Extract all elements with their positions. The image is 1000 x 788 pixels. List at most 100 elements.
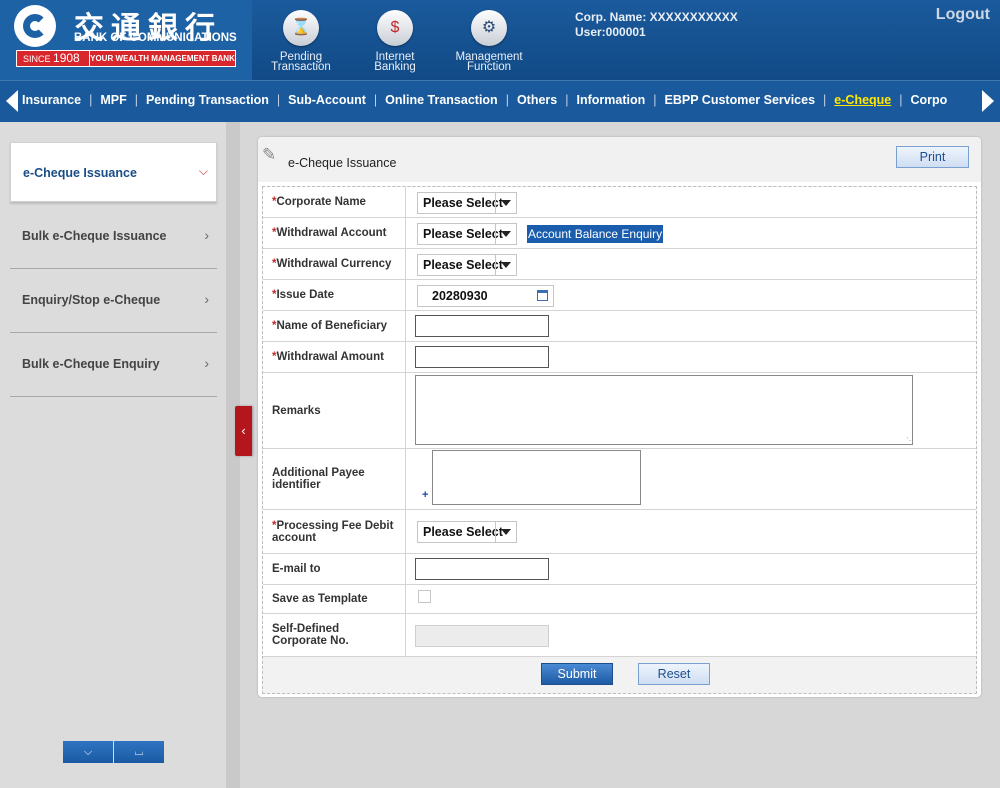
scroll-up-button[interactable]: ⌴ (114, 741, 164, 763)
scroll-down-button[interactable]: ⌵ (63, 741, 113, 763)
nav-separator: | (505, 93, 509, 107)
bank-name-en: BANK OF COMMUNICATIONS (74, 32, 237, 44)
chevron-left-icon: ‹ (241, 423, 246, 438)
remarks-textarea[interactable] (415, 375, 913, 445)
form-row-corporate-no: Self-Defined Corporate No. (263, 614, 976, 657)
sidebar-item-e-cheque-issuance[interactable]: e-Cheque Issuance ⌵ (10, 142, 217, 202)
form-row-save-template: Save as Template (263, 585, 976, 614)
since-badge: SINCE 1908 (16, 50, 90, 67)
nav-separator: | (89, 93, 93, 107)
field-label: Remarks (263, 373, 406, 448)
management-function-button[interactable]: ⚙ Management Function (443, 10, 535, 73)
chevron-down-icon: ⌵ (83, 746, 93, 758)
sidebar-item-label: Enquiry/Stop e-Cheque (22, 293, 161, 307)
form-row-beneficiary: * Name of Beneficiary (263, 311, 976, 342)
corporate-name-select[interactable]: Please Select (417, 192, 517, 214)
sidebar-item-bulk-e-cheque-enquiry[interactable]: Bulk e-Cheque Enquiry › (10, 333, 217, 397)
logout-button[interactable]: Logout (936, 6, 990, 24)
fee-debit-account-select[interactable]: Please Select (417, 521, 517, 543)
withdrawal-amount-input[interactable] (415, 346, 549, 368)
beneficiary-name-input[interactable] (415, 315, 549, 337)
panel-header: ✎ e-Cheque Issuance Print (258, 137, 981, 182)
field-label: * Withdrawal Account (263, 218, 406, 248)
nav-separator: | (899, 93, 903, 107)
collapse-sidebar-button[interactable]: ‹ (235, 406, 252, 456)
pen-icon: ✎ (262, 145, 277, 164)
field-label: Additional Payee identifier (263, 449, 406, 509)
nav-item-sub-account[interactable]: Sub-Account (288, 81, 366, 119)
corp-name: Corp. Name: XXXXXXXXXXX (575, 10, 738, 24)
nav-item-pending-transaction[interactable]: Pending Transaction (146, 81, 269, 119)
withdrawal-account-select[interactable]: Please Select (417, 223, 517, 245)
nav-separator: | (373, 93, 378, 107)
pending-transaction-button[interactable]: ⌛ Pending Transaction (255, 10, 347, 73)
corp-info: Corp. Name: XXXXXXXXXXX User:000001 (575, 10, 738, 40)
hourglass-icon: ⌛ (283, 10, 319, 46)
field-label: E-mail to (263, 554, 406, 584)
monitor-dollar-icon: $ (377, 10, 413, 46)
form-row-issue-date: * Issue Date 20280930 (263, 280, 976, 311)
submit-button[interactable]: Submit (541, 663, 613, 685)
chevron-right-icon: › (204, 291, 209, 307)
withdrawal-currency-select[interactable]: Please Select (417, 254, 517, 276)
reset-button[interactable]: Reset (638, 663, 710, 685)
bank-logo[interactable]: 交通銀行 BANK OF COMMUNICATIONS SINCE 1908 Y… (0, 0, 252, 80)
chevron-down-icon: ⌵ (198, 164, 208, 178)
field-label: Self-Defined Corporate No. (263, 614, 406, 656)
issue-date-field[interactable]: 20280930 (417, 285, 554, 307)
nav-item-mpf[interactable]: MPF (100, 81, 126, 119)
chevron-right-icon: › (204, 355, 209, 371)
field-label: * Withdrawal Currency (263, 249, 406, 279)
form-row-withdrawal-account: * Withdrawal Account Please Select Accoun… (263, 218, 976, 249)
field-label: Save as Template (263, 585, 406, 613)
add-payee-identifier-button[interactable]: + (422, 489, 428, 501)
field-label: * Name of Beneficiary (263, 311, 406, 341)
nav-item-ebpp[interactable]: EBPP Customer Services (665, 81, 816, 119)
form-actions: Submit Reset (263, 657, 976, 693)
tagline-badge: YOUR WEALTH MANAGEMENT BANK (90, 50, 236, 67)
field-label: * Withdrawal Amount (263, 342, 406, 372)
nav-left-arrow-icon[interactable] (6, 90, 18, 112)
print-button[interactable]: Print (896, 146, 969, 168)
field-label: * Issue Date (263, 280, 406, 310)
header: 交通銀行 BANK OF COMMUNICATIONS SINCE 1908 Y… (0, 0, 1000, 80)
nav-separator: | (823, 93, 827, 107)
form-row-email: E-mail to (263, 554, 976, 585)
nav-item-information[interactable]: Information (577, 81, 646, 119)
sidebar-item-label: Bulk e-Cheque Issuance (22, 229, 167, 243)
sidebar-scroll-controls: ⌵ ⌴ (63, 741, 164, 763)
form-row-payee-identifier: Additional Payee identifier + (263, 449, 976, 510)
form-row-withdrawal-currency: * Withdrawal Currency Please Select (263, 249, 976, 280)
nav-item-others[interactable]: Others (517, 81, 557, 119)
sidebar-item-label: Bulk e-Cheque Enquiry (22, 357, 160, 371)
nav-item-insurance[interactable]: Insurance (22, 81, 81, 119)
email-input[interactable] (415, 558, 549, 580)
corporate-no-input-disabled (415, 625, 549, 647)
form-row-corporate-name: * Corporate Name Please Select (263, 187, 976, 218)
nav-separator: | (653, 93, 657, 107)
nav-item-corporate[interactable]: Corpo (911, 81, 948, 119)
e-cheque-issuance-panel: ✎ e-Cheque Issuance Print * Corporate Nam… (258, 137, 981, 697)
nav-item-online-transaction[interactable]: Online Transaction (385, 81, 498, 119)
page-title: e-Cheque Issuance (288, 156, 397, 170)
payee-identifier-textarea[interactable] (432, 450, 641, 505)
sidebar-item-bulk-e-cheque-issuance[interactable]: Bulk e-Cheque Issuance › (10, 205, 217, 269)
gears-icon: ⚙ (471, 10, 507, 46)
internet-banking-button[interactable]: $ Internet Banking (349, 10, 441, 73)
form-row-fee-account: *Processing Fee Debit account Please Sele… (263, 510, 976, 554)
nav-item-e-cheque[interactable]: e-Cheque (834, 81, 891, 119)
nav-right-arrow-icon[interactable] (982, 90, 994, 112)
issuance-form: * Corporate Name Please Select * Withdrawa… (262, 186, 977, 694)
calendar-icon[interactable] (537, 290, 548, 301)
nav-separator: | (276, 93, 281, 107)
resize-grip-icon[interactable]: ⋱ (906, 436, 914, 445)
save-template-checkbox[interactable] (418, 590, 431, 603)
sidebar: e-Cheque Issuance ⌵ Bulk e-Cheque Issuan… (0, 122, 226, 788)
account-balance-enquiry-link[interactable]: Account Balance Enquiry (527, 225, 664, 243)
field-label: * Corporate Name (263, 187, 406, 217)
sidebar-item-enquiry-stop-e-cheque[interactable]: Enquiry/Stop e-Cheque › (10, 269, 217, 333)
chevron-up-icon: ⌴ (134, 746, 144, 758)
user-id: User:000001 (575, 25, 646, 39)
bank-emblem-icon (14, 5, 56, 47)
chevron-right-icon: › (204, 227, 209, 243)
